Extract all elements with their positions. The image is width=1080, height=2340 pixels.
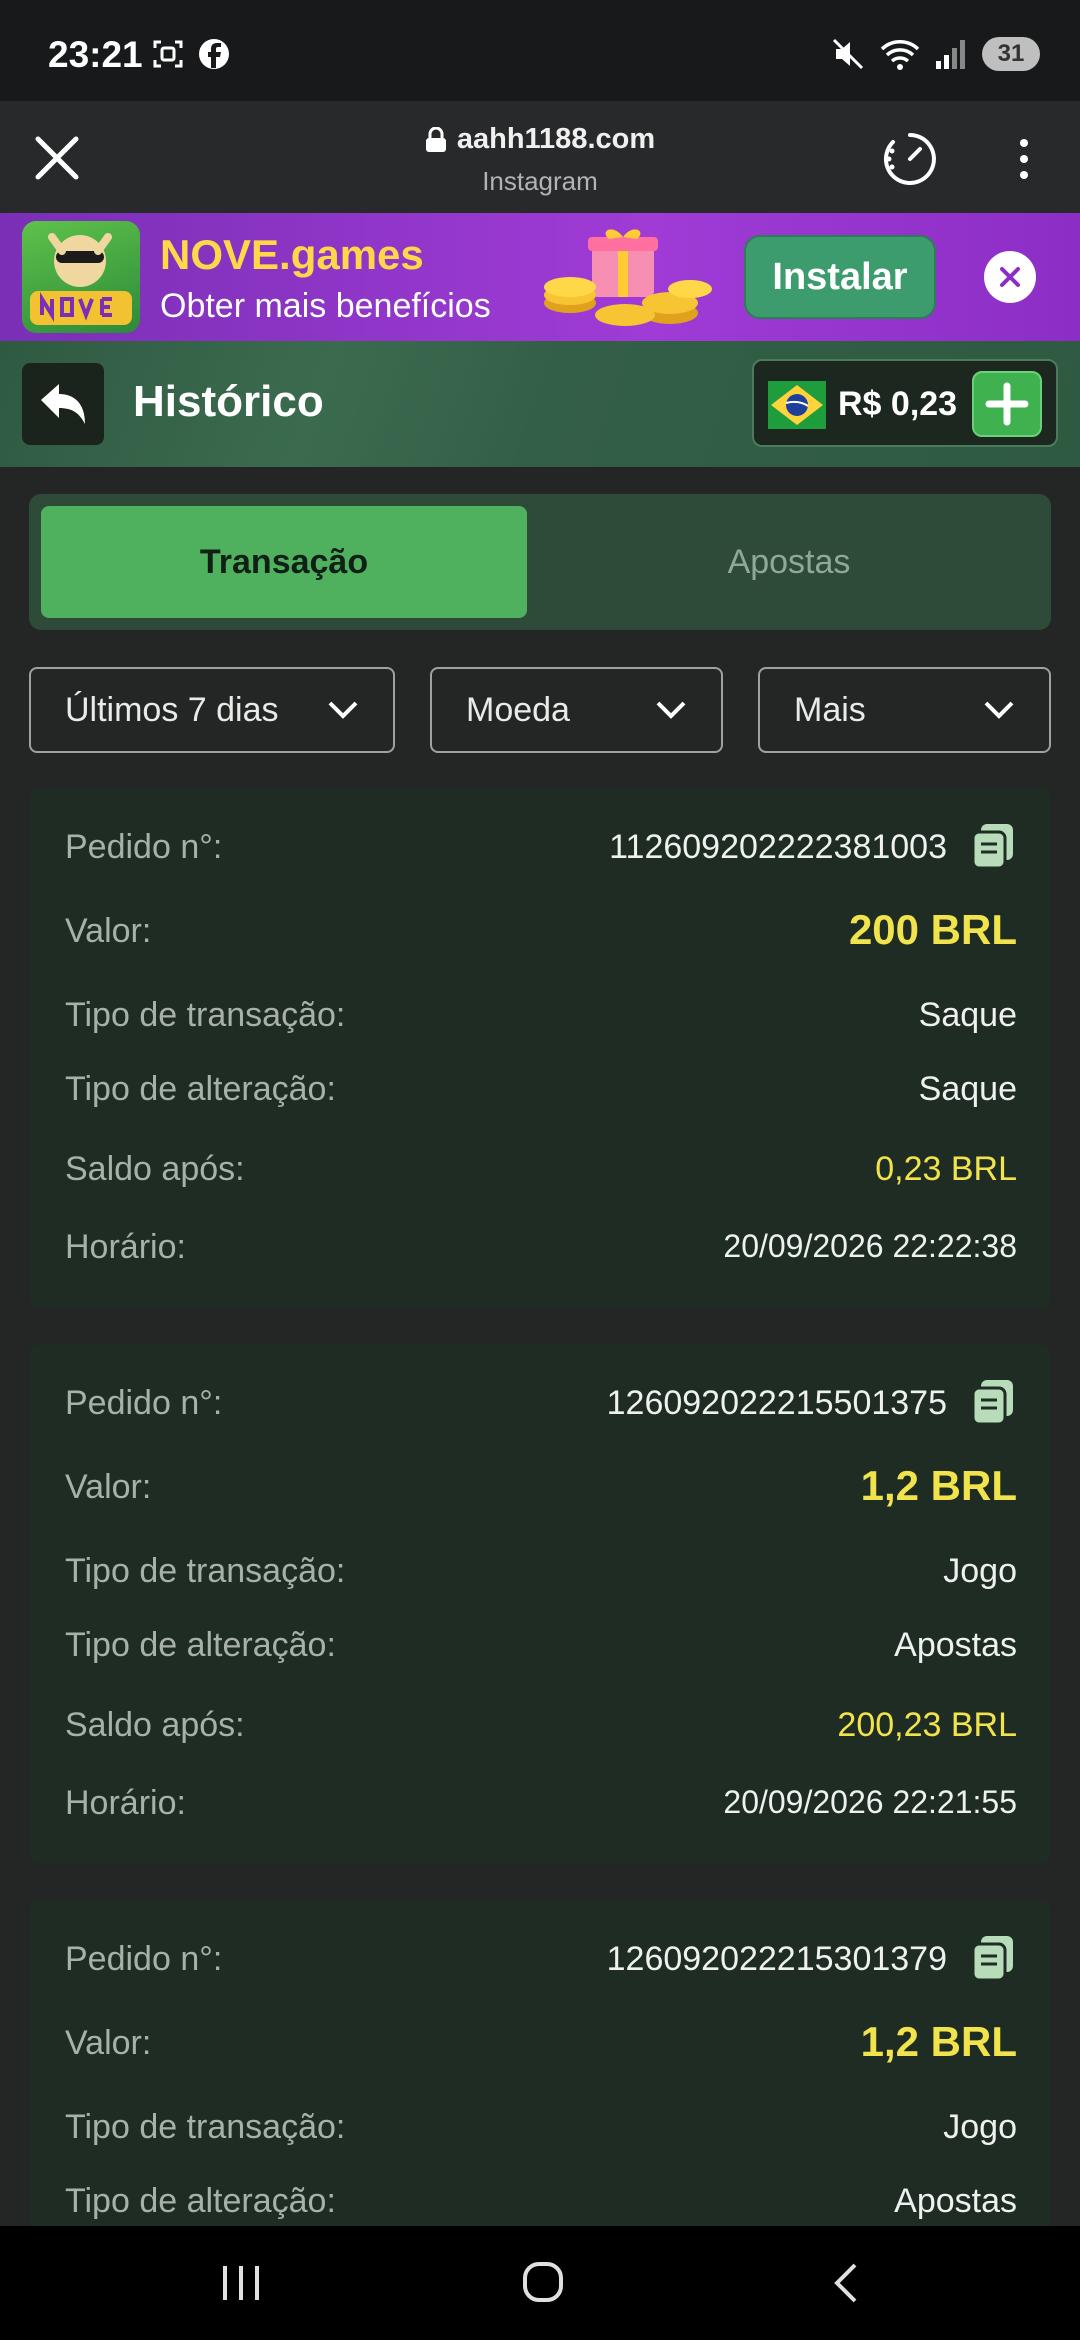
value-amount: 1,2 BRL [860,1462,1017,1509]
url-host: aahh1188.com [456,123,656,155]
value-amount: 1,2 BRL [860,2018,1017,2065]
order-label: Pedido n°: [65,828,223,866]
transaction-type-label: Tipo de transação: [65,1552,346,1590]
chevron-down-icon [656,701,686,719]
currency-label: Moeda [466,690,570,729]
change-type-value: Apostas [894,2182,1017,2220]
timer-icon[interactable] [880,129,940,189]
transaction-type-label: Tipo de transação: [65,996,346,1034]
tab-transacao[interactable]: Transação [41,506,527,618]
time-value: 20/09/2026 22:21:55 [723,1784,1017,1820]
value-amount: 200 BRL [848,906,1017,953]
chevron-down-icon [328,701,358,719]
promo-subtitle: Obter mais benefícios [160,287,491,325]
battery-icon: 31 [982,37,1040,71]
transaction-type-label: Tipo de transação: [65,2108,346,2146]
change-type-label: Tipo de alteração: [65,1070,336,1108]
transaction-type-value: Saque [918,996,1017,1034]
tab-apostas[interactable]: Apostas [539,506,1039,618]
order-number: 126092022215301379 [606,1940,947,1978]
brazil-flag-icon [768,381,826,429]
screenshot-icon [153,40,183,68]
signal-icon [936,40,965,69]
change-type-label: Tipo de alteração: [65,2182,336,2220]
more-label: Mais [794,690,866,729]
transaction-card: Pedido n°: 112609202222381003 Valor: 200… [29,788,1051,1308]
transaction-card: Pedido n°: 126092022215501375 Valor: 1,2… [29,1344,1051,1864]
time-value: 20/09/2026 22:22:38 [723,1228,1017,1264]
order-number: 126092022215501375 [606,1384,947,1422]
promo-title: NOVE.games [160,231,424,278]
facebook-icon [199,39,229,69]
change-type-value: Saque [918,1070,1017,1108]
back-arrow-icon [41,384,85,424]
copy-icon[interactable] [971,1378,1017,1426]
time-label: Horário: [65,1228,186,1266]
lock-icon [425,126,446,152]
more-options-icon[interactable] [1010,135,1038,183]
date-range-label: Últimos 7 dias [65,690,279,729]
close-promo-button[interactable] [984,251,1036,303]
plus-icon [985,382,1029,426]
status-bar: 23:21 31 [0,0,1080,101]
app-header: Histórico R$ 0,23 [0,341,1080,467]
status-time: 23:21 [48,34,143,75]
copy-icon[interactable] [971,1934,1017,1982]
wifi-icon [880,40,920,70]
balance-after-value: 0,23 BRL [875,1150,1017,1188]
date-range-filter[interactable]: Últimos 7 dias [29,667,395,753]
balance-amount: R$ 0,23 [838,385,958,423]
back-button[interactable] [22,363,104,445]
deposit-button[interactable] [972,371,1042,437]
balance-after-label: Saldo após: [65,1706,245,1744]
copy-icon[interactable] [971,822,1017,870]
value-label: Valor: [65,2024,152,2062]
back-icon[interactable] [830,2262,860,2304]
change-type-value: Apostas [894,1626,1017,1664]
balance-after-value: 200,23 BRL [837,1706,1017,1744]
install-promo-banner: NOVE.games Obter mais benefícios Instala… [0,213,1080,341]
value-label: Valor: [65,1468,152,1506]
close-icon [1000,267,1020,287]
order-number: 112609202222381003 [609,828,947,866]
balance-after-label: Saldo após: [65,1150,245,1188]
history-tabs: Transação Apostas [29,494,1051,630]
transaction-type-value: Jogo [943,2108,1017,2146]
currency-filter[interactable]: Moeda [430,667,723,753]
order-label: Pedido n°: [65,1940,223,1978]
nove-games-logo [22,221,140,333]
more-filter[interactable]: Mais [758,667,1051,753]
page-title: Histórico [133,377,324,426]
system-navigation-bar [0,2226,1080,2340]
home-icon[interactable] [522,2260,564,2304]
recent-apps-icon[interactable] [220,2264,262,2302]
value-label: Valor: [65,912,152,950]
time-label: Horário: [65,1784,186,1822]
chevron-down-icon [984,701,1014,719]
order-label: Pedido n°: [65,1384,223,1422]
transaction-type-value: Jogo [943,1552,1017,1590]
mute-icon [832,38,864,70]
browser-toolbar: aahh1188.com Instagram [0,101,1080,213]
balance-widget: R$ 0,23 [752,359,1058,447]
install-button[interactable]: Instalar [744,235,936,319]
gift-coins-icon [544,229,712,326]
change-type-label: Tipo de alteração: [65,1626,336,1664]
